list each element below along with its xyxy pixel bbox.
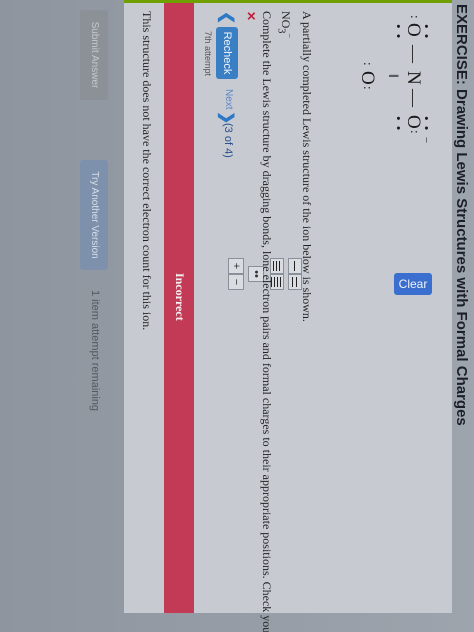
single-bond: —: [404, 45, 424, 63]
lewis-structure[interactable]: • • : O • • — N — • • O : • • − ‖ : O :: [326, 13, 446, 183]
next-link[interactable]: Next: [223, 89, 234, 110]
lone-pair-dots: :: [408, 15, 423, 20]
question-counter: (3 of 4): [222, 123, 234, 158]
try-another-version-button[interactable]: Try Another Version: [80, 160, 108, 270]
lone-pair-dots: • •: [391, 116, 406, 132]
oxygen-bottom: O: [357, 71, 378, 85]
question-card: • • : O • • — N — • • O : • • − ‖ : O : …: [124, 0, 452, 632]
feedback-text: This structure does not have the correct…: [140, 11, 154, 331]
plus-charge-tool[interactable]: +: [228, 258, 244, 274]
incorrect-label: Incorrect: [173, 273, 187, 321]
incorrect-banner: Incorrect: [164, 3, 194, 613]
question-nav: ❮ Recheck Next ❯ (3 of 4) 7th attempt: [200, 11, 240, 251]
double-bond: ‖: [385, 74, 400, 78]
question-instructions: Complete the Lewis structure by dragging…: [260, 11, 274, 632]
attempt-label: 7th attempt: [203, 31, 213, 77]
clear-button[interactable]: Clear: [394, 273, 432, 295]
formula-main: NO: [279, 11, 293, 29]
bond-toolbar: •• + −: [212, 258, 302, 298]
submit-answer-button[interactable]: Submit Answer: [80, 10, 108, 100]
ion-formula: NO3−: [276, 11, 294, 38]
formal-charge: −: [420, 137, 432, 144]
nitrogen-atom: N: [403, 71, 424, 85]
previous-chevron-icon[interactable]: ❮: [217, 11, 237, 24]
lone-pair-dots: :: [361, 62, 376, 67]
single-bond: —: [404, 89, 424, 107]
exercise-title: EXERCISE: Drawing Lewis Structures with …: [453, 4, 470, 426]
exercise-screen: EXERCISE: Drawing Lewis Structures with …: [0, 0, 474, 632]
formula-charge: −: [285, 33, 294, 38]
minus-charge-tool[interactable]: −: [228, 274, 244, 290]
footer-bar: Submit Answer Try Another Version 1 item…: [72, 0, 112, 632]
lone-pair-dots: • •: [391, 24, 406, 40]
lone-pair-dots: :: [408, 130, 423, 135]
lone-pair-dots: :: [361, 86, 376, 91]
error-x-icon: ✕: [244, 11, 258, 22]
attempts-remaining: 1 item attempt remaining: [89, 290, 101, 412]
recheck-button[interactable]: Recheck: [216, 27, 238, 79]
question-intro: A partially completed Lewis structure of…: [300, 11, 314, 322]
